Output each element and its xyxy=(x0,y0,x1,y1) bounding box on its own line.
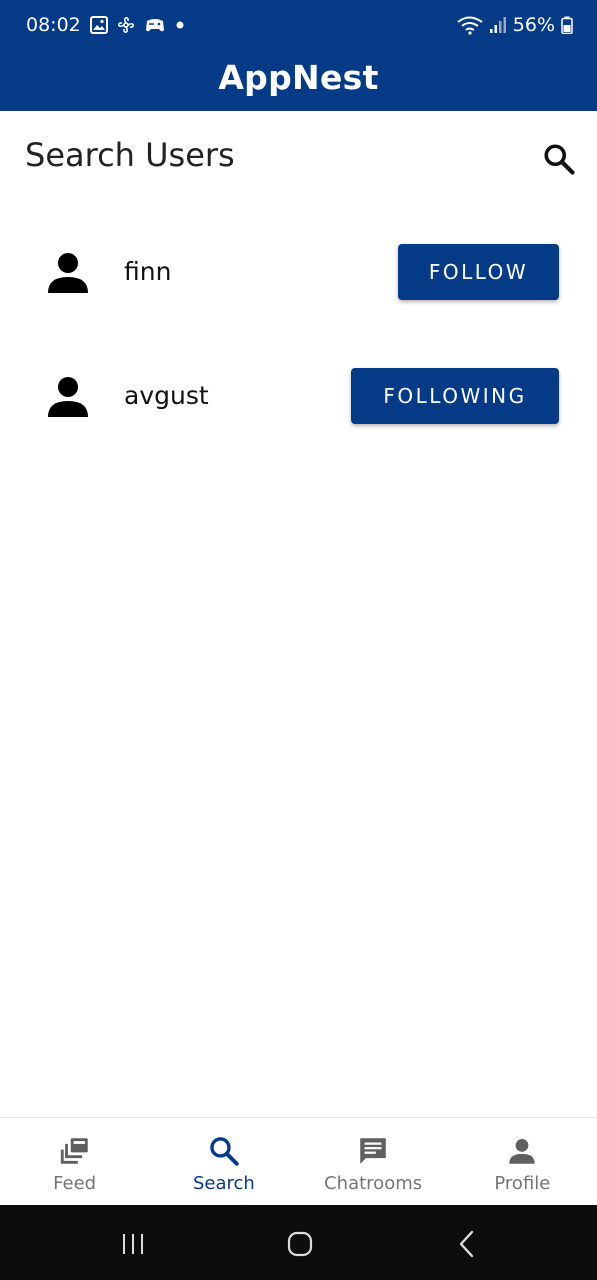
chat-icon xyxy=(360,1138,386,1164)
follow-button[interactable]: FOLLOW xyxy=(398,244,559,300)
dot-icon xyxy=(176,21,184,29)
home-icon[interactable] xyxy=(283,1227,317,1261)
nav-item-feed[interactable]: Feed xyxy=(0,1118,149,1205)
search-button[interactable] xyxy=(541,141,577,177)
pinwheel-icon xyxy=(118,17,134,33)
avatar-icon xyxy=(48,377,88,417)
list-item: finn FOLLOW xyxy=(0,215,597,339)
username: avgust xyxy=(124,381,209,410)
system-nav-bar xyxy=(0,1205,597,1280)
search-header: Search Users xyxy=(0,111,597,201)
list-item: avgust FOLLOWING xyxy=(0,339,597,463)
status-bar: 08:02 56% xyxy=(0,0,597,52)
app-bar: AppNest xyxy=(0,52,597,111)
game-icon xyxy=(146,19,164,32)
nav-item-chatrooms[interactable]: Chatrooms xyxy=(299,1118,448,1205)
nav-label: Search xyxy=(192,1173,255,1194)
following-button[interactable]: FOLLOWING xyxy=(351,368,559,424)
user-list: finn FOLLOW avgust FOLLOWING xyxy=(0,215,597,463)
nav-item-search[interactable]: Search xyxy=(149,1118,298,1205)
person-icon xyxy=(509,1138,536,1164)
notification-icons xyxy=(90,15,186,35)
status-time: 08:02 xyxy=(26,14,81,36)
nav-label: Feed xyxy=(53,1173,97,1194)
signal-icon xyxy=(489,17,506,33)
status-right: 56% xyxy=(457,14,573,36)
recent-apps-icon[interactable] xyxy=(116,1227,150,1261)
nav-label: Profile xyxy=(494,1173,551,1194)
gallery-icon xyxy=(90,16,108,34)
username: finn xyxy=(124,257,172,286)
battery-icon xyxy=(561,16,573,34)
battery-level: 56% xyxy=(512,14,555,36)
back-icon[interactable] xyxy=(451,1227,485,1261)
search-icon xyxy=(210,1137,239,1166)
avatar-icon xyxy=(48,253,88,293)
wifi-icon xyxy=(457,16,483,35)
nav-label: Chatrooms xyxy=(324,1173,423,1194)
feed-icon xyxy=(60,1138,88,1164)
nav-item-profile[interactable]: Profile xyxy=(448,1118,597,1205)
search-icon xyxy=(544,144,575,175)
page-title: Search Users xyxy=(25,136,235,174)
app-title: AppNest xyxy=(218,58,379,97)
bottom-nav: Feed Search Chatrooms Profile xyxy=(0,1117,597,1205)
